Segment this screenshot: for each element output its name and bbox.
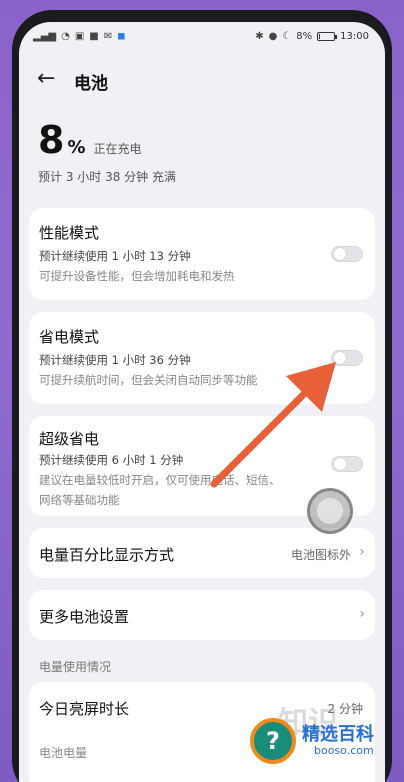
question-mark-icon: ? bbox=[250, 718, 296, 764]
floating-assist-button[interactable] bbox=[307, 488, 353, 534]
arrow-shaft bbox=[210, 384, 314, 488]
watermark-text: 精选百科 bbox=[302, 724, 374, 745]
annotation-arrow bbox=[210, 362, 336, 488]
watermark-url: booso.com bbox=[314, 744, 374, 757]
